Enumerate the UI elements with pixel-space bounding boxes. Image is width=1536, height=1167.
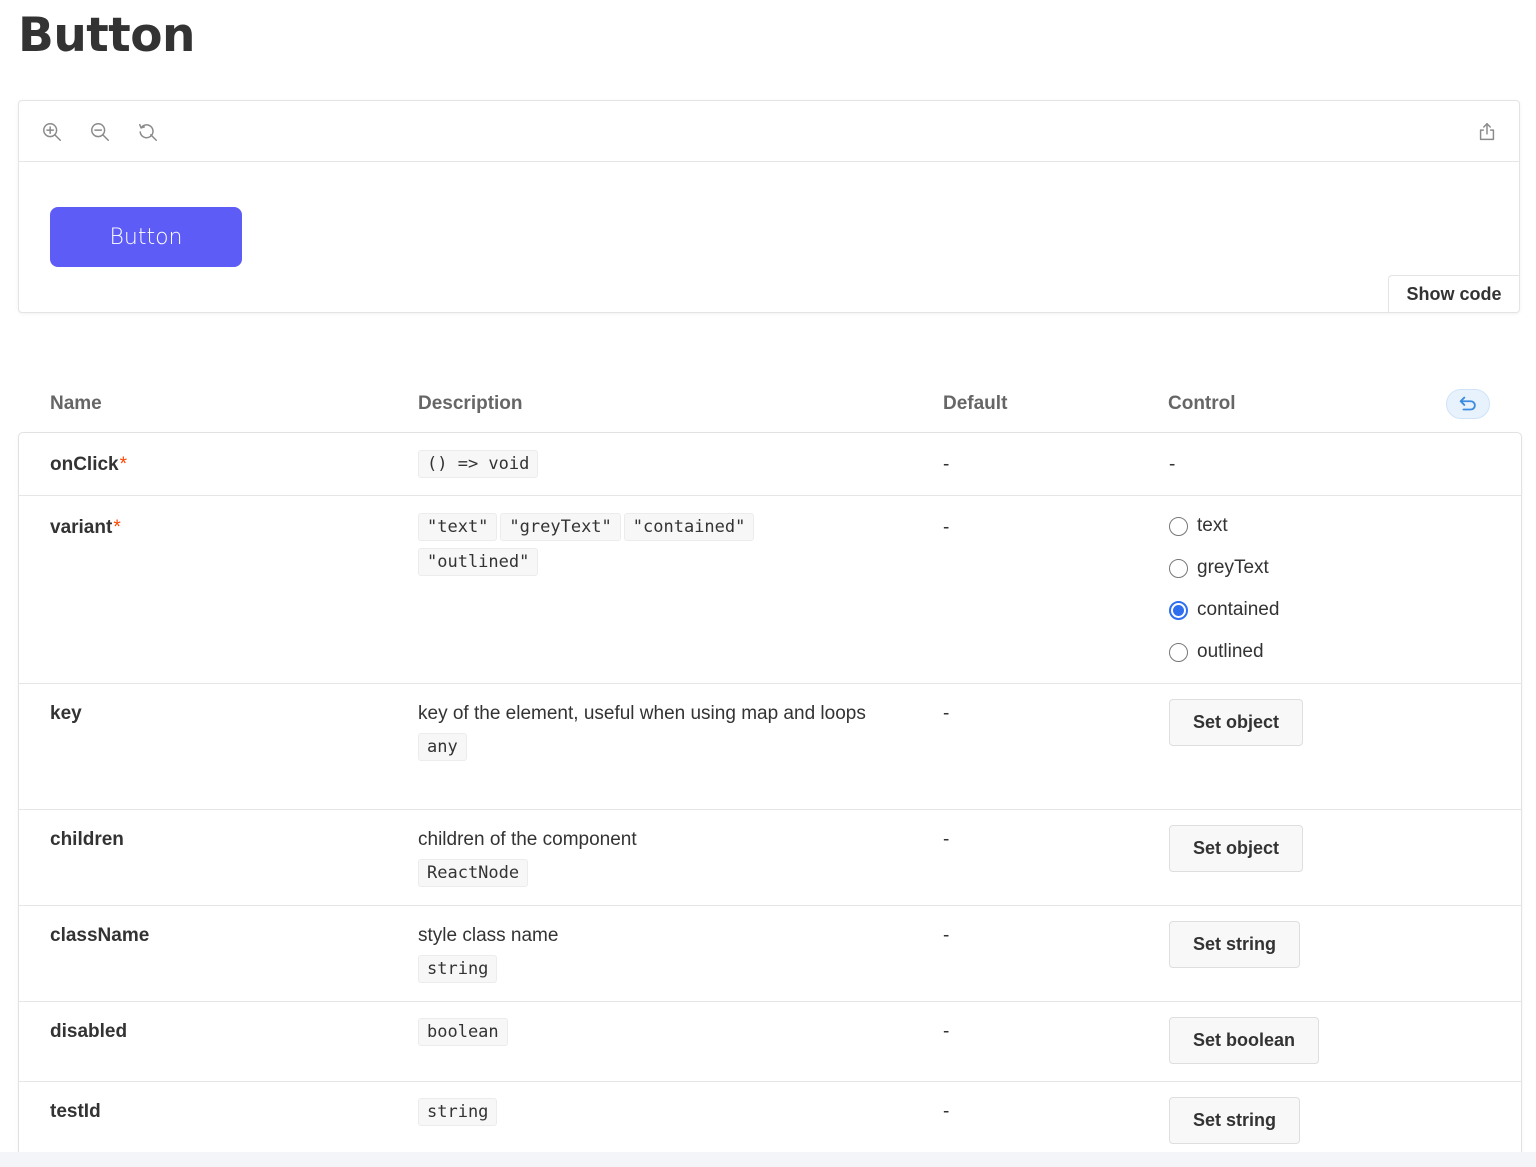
header-control: Control bbox=[1168, 393, 1236, 414]
radio-option-greytext[interactable]: greyText bbox=[1169, 547, 1279, 589]
radio-button[interactable] bbox=[1169, 558, 1188, 578]
radio-button-selected[interactable] bbox=[1169, 600, 1188, 620]
prop-name: children bbox=[50, 829, 124, 850]
type-badge: any bbox=[418, 733, 467, 761]
set-object-button[interactable]: Set object bbox=[1169, 699, 1304, 746]
type-badge: "greyText" bbox=[500, 513, 621, 541]
share-icon[interactable] bbox=[1475, 120, 1499, 144]
header-name: Name bbox=[50, 393, 102, 414]
prop-name: className bbox=[50, 925, 150, 946]
prop-default: - bbox=[943, 829, 950, 850]
prop-description: "text" "greyText" "contained" "outlined" bbox=[418, 512, 898, 582]
prop-default: - bbox=[943, 1021, 950, 1042]
type-badge: string bbox=[418, 955, 498, 983]
required-marker: * bbox=[119, 454, 128, 475]
description-text: children of the component bbox=[418, 829, 637, 850]
type-badge: "text" bbox=[418, 513, 498, 541]
prop-default: - bbox=[943, 517, 950, 538]
prop-description: children of the component ReactNode bbox=[418, 825, 888, 893]
set-string-button[interactable]: Set string bbox=[1169, 921, 1301, 968]
radio-option-contained[interactable]: contained bbox=[1169, 589, 1279, 631]
type-badge: boolean bbox=[418, 1018, 508, 1046]
radio-option-text[interactable]: text bbox=[1169, 505, 1279, 547]
header-description: Description bbox=[418, 393, 523, 414]
prop-description: key of the element, useful when using ma… bbox=[418, 699, 888, 767]
zoom-out-icon[interactable] bbox=[88, 120, 112, 144]
preview-panel: Button Show code bbox=[18, 100, 1520, 313]
description-text: style class name bbox=[418, 925, 559, 946]
set-object-button[interactable]: Set object bbox=[1169, 825, 1304, 872]
prop-name: key bbox=[50, 703, 82, 724]
show-code-button[interactable]: Show code bbox=[1388, 275, 1519, 312]
table-row: className style class name string - Set … bbox=[19, 906, 1521, 1002]
prop-description: () => void bbox=[418, 449, 888, 484]
prop-default: - bbox=[943, 454, 950, 475]
reset-controls-button[interactable] bbox=[1446, 389, 1490, 419]
page-title: Button bbox=[18, 8, 195, 63]
page-footer-strip bbox=[0, 1152, 1536, 1167]
preview-toolbar bbox=[19, 101, 1519, 162]
demo-button[interactable]: Button bbox=[50, 207, 242, 267]
radio-button[interactable] bbox=[1169, 642, 1188, 662]
prop-default: - bbox=[943, 925, 950, 946]
type-badge: () => void bbox=[418, 450, 539, 478]
set-string-button[interactable]: Set string bbox=[1169, 1097, 1301, 1144]
variant-radio-group: text greyText contained outlined bbox=[1169, 505, 1279, 673]
zoom-in-icon[interactable] bbox=[40, 120, 64, 144]
prop-description: boolean bbox=[418, 1017, 888, 1052]
prop-name: disabled bbox=[50, 1021, 128, 1042]
prop-description: string bbox=[418, 1097, 888, 1132]
type-badge: ReactNode bbox=[418, 859, 529, 887]
prop-name: onClick* bbox=[50, 454, 128, 475]
table-row: testId string - Set string bbox=[19, 1082, 1521, 1162]
type-badge: "contained" bbox=[623, 513, 755, 541]
prop-description: style class name string bbox=[418, 921, 888, 989]
preview-stage: Button Show code bbox=[19, 162, 1519, 312]
set-boolean-button[interactable]: Set boolean bbox=[1169, 1017, 1320, 1064]
type-badge: string bbox=[418, 1098, 498, 1126]
required-marker: * bbox=[113, 517, 121, 538]
table-row: disabled boolean - Set boolean bbox=[19, 1002, 1521, 1082]
table-row: key key of the element, useful when usin… bbox=[19, 684, 1521, 810]
prop-default: - bbox=[943, 1101, 950, 1122]
table-row: variant* "text" "greyText" "contained" "ou… bbox=[19, 496, 1521, 684]
args-table-header: Name Description Default Control bbox=[18, 385, 1522, 425]
reset-zoom-icon[interactable] bbox=[136, 120, 160, 144]
prop-control-empty: - bbox=[1169, 454, 1176, 475]
table-row: onClick* () => void - - bbox=[19, 433, 1521, 496]
header-default: Default bbox=[943, 393, 1008, 414]
description-text: key of the element, useful when using ma… bbox=[418, 703, 866, 724]
undo-icon bbox=[1459, 396, 1476, 411]
prop-name: testId bbox=[50, 1101, 101, 1122]
type-badge: "outlined" bbox=[418, 548, 539, 576]
radio-option-outlined[interactable]: outlined bbox=[1169, 631, 1279, 673]
prop-name: variant* bbox=[50, 517, 121, 538]
prop-default: - bbox=[943, 703, 950, 724]
args-table: onClick* () => void - - variant* "text" "… bbox=[18, 432, 1522, 1167]
radio-button[interactable] bbox=[1169, 516, 1188, 536]
table-row: children children of the component React… bbox=[19, 810, 1521, 906]
